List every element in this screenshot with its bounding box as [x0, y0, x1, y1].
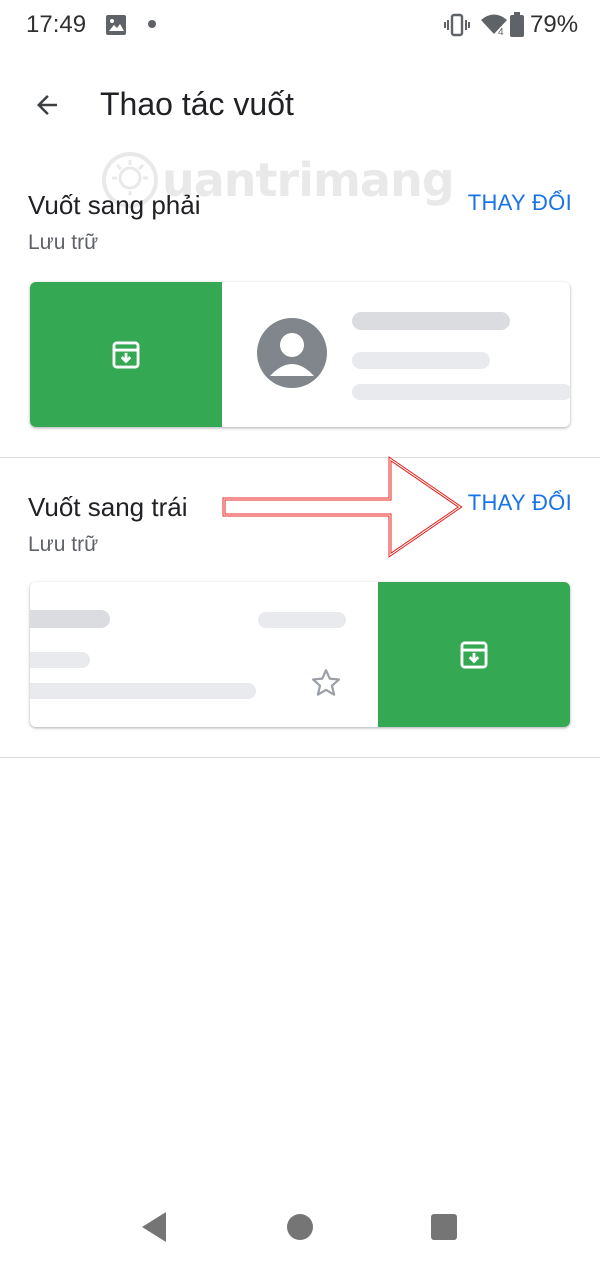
vibrate-icon — [444, 13, 470, 42]
image-icon — [106, 15, 126, 40]
dot-icon — [148, 20, 156, 28]
swipe-left-change-button[interactable]: THAY ĐỔI — [468, 490, 572, 516]
placeholder-line — [30, 683, 256, 699]
swipe-right-preview-card — [30, 282, 570, 427]
placeholder-line — [30, 610, 110, 628]
page-title: Thao tác vuốt — [100, 86, 294, 122]
avatar-placeholder — [257, 318, 327, 388]
swipe-right-action-panel — [30, 282, 222, 427]
svg-text:4: 4 — [498, 27, 504, 36]
swipe-left-title: Vuốt sang trái — [28, 492, 188, 522]
section-divider — [0, 757, 600, 758]
swipe-right-change-button[interactable]: THAY ĐỔI — [468, 190, 572, 216]
status-time: 17:49 — [26, 11, 87, 38]
swipe-left-preview-card — [30, 582, 570, 727]
annotation-arrow-icon — [222, 456, 463, 558]
archive-icon — [112, 341, 140, 368]
swipe-right-action: Lưu trữ — [28, 231, 99, 254]
swipe-left-action: Lưu trữ — [28, 533, 99, 556]
nav-home-icon[interactable] — [287, 1214, 313, 1240]
watermark-text: uantrimang — [162, 153, 455, 207]
nav-back-icon[interactable] — [140, 1210, 168, 1244]
placeholder-line — [352, 352, 490, 369]
placeholder-line — [352, 384, 570, 400]
battery-icon — [509, 12, 525, 43]
back-button[interactable] — [24, 82, 70, 128]
placeholder-line — [352, 312, 510, 330]
star-outline-icon — [311, 669, 341, 696]
swipe-right-title: Vuốt sang phải — [28, 190, 201, 220]
archive-icon — [460, 641, 488, 668]
wifi-icon: 4 — [480, 12, 508, 41]
placeholder-line — [30, 652, 90, 668]
nav-recents-icon[interactable] — [431, 1214, 457, 1240]
placeholder-line — [258, 612, 346, 628]
battery-percent: 79% — [530, 11, 579, 38]
swipe-left-action-panel — [378, 582, 570, 727]
arrow-back-icon — [37, 95, 57, 115]
status-bar: 17:49 4 79% — [0, 0, 600, 52]
